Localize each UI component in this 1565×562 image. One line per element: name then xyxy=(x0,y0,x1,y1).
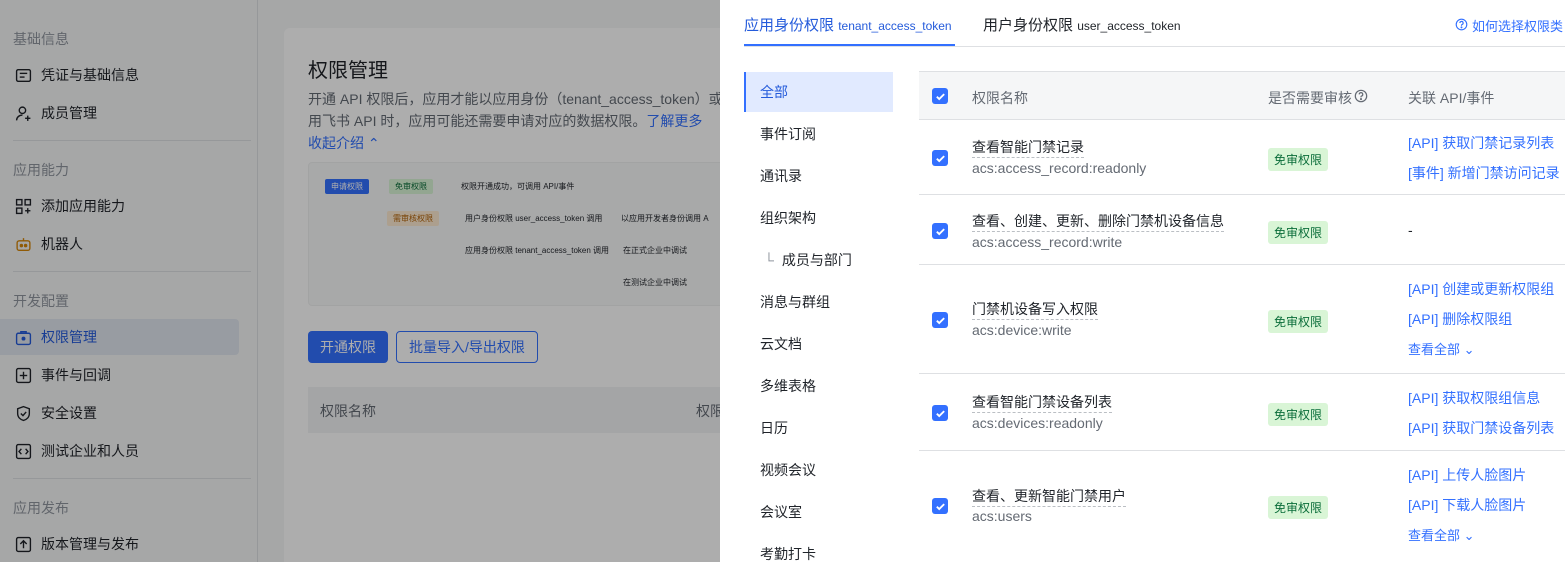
row-checkbox[interactable] xyxy=(932,498,948,514)
status-badge: 免审权限 xyxy=(1268,496,1329,519)
view-all-label: 查看全部 xyxy=(1408,528,1461,543)
view-all-link[interactable]: 查看全部 ⌄ xyxy=(1408,339,1475,358)
question-circle-icon[interactable] xyxy=(1354,89,1368,106)
api-link[interactable]: [API] 下载人脸图片 xyxy=(1408,495,1526,515)
category-bitable[interactable]: 多维表格 xyxy=(744,366,893,406)
category-contacts[interactable]: 通讯录 xyxy=(744,156,893,196)
category-label: 成员与部门 xyxy=(781,252,852,268)
help-label: 如何选择权限类 xyxy=(1471,19,1563,34)
permission-code: acs:access_record:readonly xyxy=(972,160,1147,176)
category-events[interactable]: 事件订阅 xyxy=(744,114,893,154)
table-row: 查看智能门禁记录 acs:access_record:readonly 免审权限… xyxy=(919,119,1565,194)
category-attendance[interactable]: 考勤打卡 xyxy=(744,534,893,562)
permission-code: acs:device:write xyxy=(972,322,1072,338)
permission-code: acs:access_record:write xyxy=(972,234,1123,250)
tab-label: 用户身份权限 xyxy=(983,17,1074,34)
view-all-label: 查看全部 xyxy=(1408,342,1461,357)
status-badge: 免审权限 xyxy=(1268,403,1329,426)
api-link[interactable]: [API] 删除权限组 xyxy=(1408,309,1512,329)
api-link[interactable]: [API] 获取门禁设备列表 xyxy=(1408,418,1554,438)
category-members-depts[interactable]: └ 成员与部门 xyxy=(744,240,893,280)
tab-tenant-token[interactable]: 应用身份权限 tenant_access_token xyxy=(744,14,952,46)
chevron-down-icon: ⌄ xyxy=(1463,342,1475,357)
permission-drawer: 应用身份权限 tenant_access_token 用户身份权限 user_a… xyxy=(720,0,1565,562)
tab-sub: tenant_access_token xyxy=(838,19,952,33)
category-docs[interactable]: 云文档 xyxy=(744,324,893,364)
chevron-down-icon: ⌄ xyxy=(1463,528,1475,543)
permission-name: 查看智能门禁记录 xyxy=(972,137,1084,158)
tab-user-token[interactable]: 用户身份权限 user_access_token xyxy=(983,14,1181,46)
table-row: 查看智能门禁设备列表 acs:devices:readonly 免审权限 [AP… xyxy=(919,373,1565,450)
api-link[interactable]: [事件] 新增门禁访问记录 xyxy=(1408,163,1560,183)
permission-name: 查看、创建、更新、删除门禁机设备信息 xyxy=(972,211,1224,232)
tabs-divider xyxy=(744,46,1565,47)
tab-sub: user_access_token xyxy=(1077,19,1181,33)
tree-branch-icon: └ xyxy=(764,252,774,268)
table-row: 查看、创建、更新、删除门禁机设备信息 acs:access_record:wri… xyxy=(919,194,1565,264)
api-link[interactable]: [API] 上传人脸图片 xyxy=(1408,465,1526,485)
status-badge: 免审权限 xyxy=(1268,310,1329,333)
help-link[interactable]: 如何选择权限类 xyxy=(1455,16,1563,35)
table-row: 查看、更新智能门禁用户 acs:users 免审权限 [API] 上传人脸图片 … xyxy=(919,450,1565,562)
permission-name: 查看、更新智能门禁用户 xyxy=(972,486,1126,507)
select-all-checkbox[interactable] xyxy=(932,88,948,104)
col-related-api: 关联 API/事件 xyxy=(1408,90,1495,106)
api-link[interactable]: [API] 创建或更新权限组 xyxy=(1408,279,1554,299)
help-circle-icon xyxy=(1455,18,1468,34)
category-vc[interactable]: 视频会议 xyxy=(744,450,893,490)
permission-code: acs:devices:readonly xyxy=(972,415,1103,431)
row-checkbox[interactable] xyxy=(932,223,948,239)
row-checkbox[interactable] xyxy=(932,312,948,328)
status-badge: 免审权限 xyxy=(1268,221,1329,244)
view-all-link[interactable]: 查看全部 ⌄ xyxy=(1408,525,1475,544)
category-rooms[interactable]: 会议室 xyxy=(744,492,893,532)
category-all[interactable]: 全部 xyxy=(744,72,893,112)
status-badge: 免审权限 xyxy=(1268,148,1329,171)
permission-code: acs:users xyxy=(972,508,1032,524)
api-link[interactable]: [API] 获取门禁记录列表 xyxy=(1408,133,1554,153)
permission-name: 查看智能门禁设备列表 xyxy=(972,392,1112,413)
table-header: 权限名称 是否需要审核 关联 API/事件 xyxy=(919,71,1565,119)
row-checkbox[interactable] xyxy=(932,405,948,421)
table-row: 门禁机设备写入权限 acs:device:write 免审权限 [API] 创建… xyxy=(919,264,1565,373)
permission-name: 门禁机设备写入权限 xyxy=(972,299,1098,320)
category-messages[interactable]: 消息与群组 xyxy=(744,282,893,322)
category-calendar[interactable]: 日历 xyxy=(744,408,893,448)
category-org[interactable]: 组织架构 xyxy=(744,198,893,238)
modal-mask[interactable] xyxy=(0,0,720,562)
api-link[interactable]: [API] 获取权限组信息 xyxy=(1408,388,1540,408)
col-permission-name: 权限名称 xyxy=(972,90,1028,106)
no-api: - xyxy=(1408,222,1413,238)
tab-label: 应用身份权限 xyxy=(744,17,835,34)
col-needs-review: 是否需要审核 xyxy=(1268,90,1352,106)
row-checkbox[interactable] xyxy=(932,150,948,166)
